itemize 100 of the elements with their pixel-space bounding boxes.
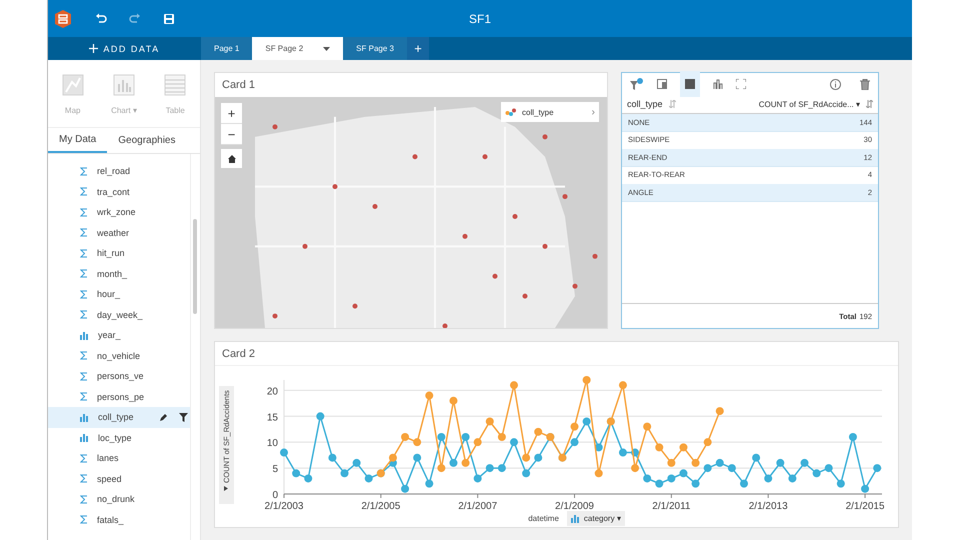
undo-icon[interactable] <box>95 12 107 24</box>
field-item[interactable]: day_week_ <box>48 304 190 325</box>
field-item[interactable]: month_ <box>48 264 190 284</box>
data-point <box>280 448 288 457</box>
field-item[interactable]: fatals_ <box>48 510 190 530</box>
page-tab[interactable]: SF Page 2 <box>252 37 344 60</box>
page-tab[interactable]: Page 1 <box>201 37 252 60</box>
field-item[interactable]: hour_ <box>48 284 190 304</box>
column-header[interactable]: coll_type <box>627 99 663 109</box>
data-point <box>534 428 542 436</box>
data-point <box>861 484 870 493</box>
field-item[interactable]: lanes <box>48 448 190 468</box>
category-dropdown[interactable]: category ▾ <box>566 511 625 526</box>
data-point <box>704 438 712 446</box>
data-point <box>752 454 760 462</box>
bar-chart-icon <box>80 330 89 340</box>
field-item[interactable]: loc_type <box>48 428 190 448</box>
data-point <box>764 474 772 482</box>
data-point <box>788 474 796 482</box>
data-point <box>631 448 640 457</box>
sort-icon[interactable] <box>866 100 873 108</box>
sigma-icon <box>80 474 88 484</box>
field-item[interactable]: rel_road <box>48 161 190 182</box>
data-point <box>800 458 809 467</box>
filter-icon[interactable] <box>179 412 188 422</box>
sigma-icon <box>80 392 88 402</box>
field-item[interactable]: persons_pe <box>48 386 190 407</box>
data-point <box>692 458 700 467</box>
field-item[interactable]: persons_ve <box>48 366 190 386</box>
caret-icon <box>224 486 228 491</box>
trash-icon[interactable] <box>860 78 870 90</box>
data-point <box>570 422 579 431</box>
page-tab[interactable]: SF Page 3 <box>343 37 407 60</box>
y-tick-label: 15 <box>266 412 278 424</box>
field-item[interactable]: coll_type <box>48 407 190 428</box>
info-icon[interactable] <box>830 78 841 90</box>
data-point <box>618 448 627 457</box>
data-point <box>522 454 530 462</box>
x-tick-label: 2/1/2009 <box>555 501 594 511</box>
card-title: Card 1 <box>221 78 256 93</box>
bar-chart-icon <box>80 433 89 442</box>
data-point <box>522 469 530 478</box>
field-item[interactable]: wrk_zone <box>48 202 190 222</box>
sigma-icon <box>80 454 88 463</box>
sidebar-tab[interactable]: My Data <box>48 128 108 153</box>
redo-icon[interactable] <box>129 12 141 24</box>
field-item[interactable]: no_vehicle <box>48 346 190 366</box>
sigma-icon <box>80 166 88 176</box>
data-point <box>679 469 688 478</box>
sigma-icon <box>80 248 88 258</box>
data-point <box>594 443 603 452</box>
card-flip-icon[interactable] <box>657 79 667 89</box>
plus-icon <box>89 44 98 53</box>
field-item[interactable]: speed <box>48 468 190 489</box>
document-title: SF1 <box>469 12 491 26</box>
legend-button[interactable]: coll_type › <box>501 102 599 122</box>
save-icon[interactable] <box>163 12 175 24</box>
data-point <box>401 484 410 493</box>
data-point <box>776 458 784 467</box>
data-point <box>425 392 434 400</box>
sigma-icon <box>80 228 88 238</box>
data-point <box>716 407 724 416</box>
data-point <box>364 474 373 482</box>
field-item[interactable]: hit_run <box>48 243 190 264</box>
maximize-icon[interactable] <box>736 79 746 89</box>
data-point <box>388 454 397 462</box>
bar-chart-icon[interactable] <box>713 79 723 89</box>
x-tick-label: 2/1/2015 <box>846 501 884 511</box>
data-point <box>486 417 494 426</box>
sigma-icon <box>80 290 88 299</box>
sigma-icon <box>80 372 88 381</box>
data-point <box>643 422 652 431</box>
sigma-icon <box>80 494 88 504</box>
sidebar-tab[interactable]: Geographies <box>107 128 186 153</box>
card-title: Card 2 <box>215 342 898 366</box>
x-tick-label: 2/1/2013 <box>748 501 788 511</box>
data-point <box>462 458 470 467</box>
data-point <box>643 474 652 482</box>
pencil-icon[interactable] <box>159 412 168 422</box>
data-point <box>449 396 458 405</box>
data-point <box>474 438 482 446</box>
chevron: › <box>592 106 595 118</box>
data-point <box>510 438 518 446</box>
y-tick-label: 20 <box>266 386 278 398</box>
data-point <box>582 376 591 384</box>
field-item[interactable]: tra_cont <box>48 182 190 202</box>
y-tick-label: 10 <box>266 438 278 450</box>
field-item[interactable]: weather <box>48 222 190 243</box>
data-point <box>352 458 361 467</box>
field-item[interactable]: no_drunk <box>48 489 190 510</box>
sigma-icon <box>80 269 88 278</box>
bar-chart-icon <box>80 412 89 422</box>
data-point <box>486 464 494 472</box>
add-page-button[interactable]: + <box>406 37 429 60</box>
y-tick-label: 5 <box>272 464 278 476</box>
x-tick-label: 2/1/2011 <box>652 501 690 511</box>
data-point <box>618 381 627 390</box>
field-item[interactable]: year_ <box>48 325 190 346</box>
column-header[interactable]: COUNT of SF_RdAccide... ▾ <box>758 100 860 108</box>
home-button[interactable] <box>221 149 242 168</box>
